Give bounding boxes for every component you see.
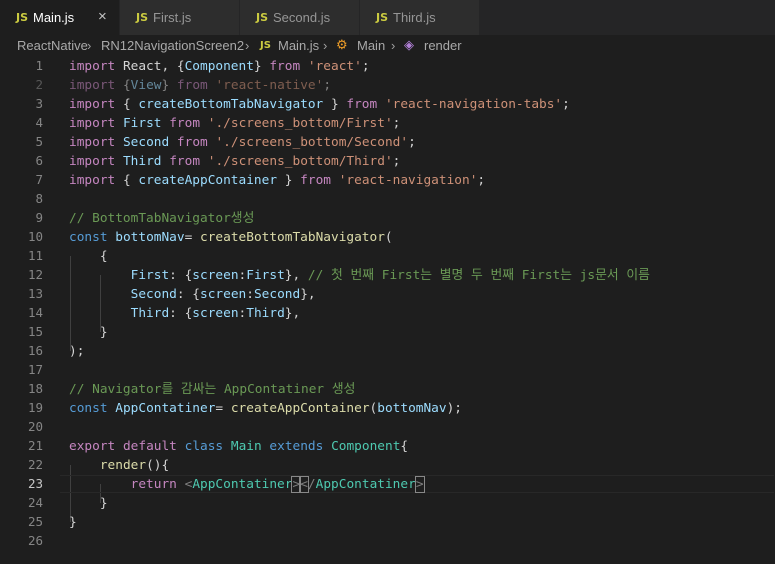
tab-main-js[interactable]: JS Main.js × xyxy=(0,0,120,35)
code-line: 15 } xyxy=(0,323,775,342)
line-number: 4 xyxy=(35,115,43,130)
method-symbol-icon: ◈ xyxy=(404,37,414,52)
chevron-right-icon: › xyxy=(87,38,92,53)
tab-label: First.js xyxy=(153,10,192,25)
tab-second-js[interactable]: JS Second.js xyxy=(240,0,360,35)
tab-bar: JS Main.js × JS First.js JS Second.js JS… xyxy=(0,0,775,35)
code-line: 16 ); xyxy=(0,342,775,361)
line-number: 25 xyxy=(27,514,43,529)
code-line: 21 export default class Main extends Com… xyxy=(0,437,775,456)
code-line: 11 { xyxy=(0,247,775,266)
class-symbol-icon: ⚙ xyxy=(336,37,348,52)
code-line: 18 // Navigator를 감싸는 AppContatiner 생성 xyxy=(0,380,775,399)
code-line: 17 xyxy=(0,361,775,380)
code-line: 20 xyxy=(0,418,775,437)
code-line-current: 23 return <AppContatiner></AppContatiner… xyxy=(0,475,775,494)
tab-label: Main.js xyxy=(33,10,75,25)
js-file-icon: JS xyxy=(260,40,271,51)
breadcrumb: ReactNative › RN12NavigationScreen2 › JS… xyxy=(0,35,775,57)
line-number: 22 xyxy=(27,457,43,472)
line-number: 21 xyxy=(27,438,43,453)
line-number: 24 xyxy=(27,495,43,510)
line-number: 26 xyxy=(27,533,43,548)
tab-label: Second.js xyxy=(273,10,331,25)
chevron-right-icon: › xyxy=(245,38,250,53)
code-line: 19 const AppContatiner= createAppContain… xyxy=(0,399,775,418)
breadcrumb-file[interactable]: Main.js xyxy=(278,38,319,53)
line-number: 1 xyxy=(35,58,43,73)
line-number: 19 xyxy=(27,400,43,415)
breadcrumb-method[interactable]: render xyxy=(424,38,462,53)
code-line: 9 // BottomTabNavigator생성 xyxy=(0,209,775,228)
code-line: 13 Second: {screen:Second}, xyxy=(0,285,775,304)
js-file-icon: JS xyxy=(376,11,389,24)
code-line: 5 import Second from './screens_bottom/S… xyxy=(0,133,775,152)
line-number: 18 xyxy=(27,381,43,396)
code-line: 6 import Third from './screens_bottom/Th… xyxy=(0,152,775,171)
chevron-right-icon: › xyxy=(323,38,328,53)
code-line: 14 Third: {screen:Third}, xyxy=(0,304,775,323)
chevron-right-icon: › xyxy=(391,38,396,53)
js-file-icon: JS xyxy=(16,11,29,24)
breadcrumb-folder[interactable]: ReactNative xyxy=(17,38,88,53)
code-line: 2 import {View} from 'react-native'; xyxy=(0,76,775,95)
line-number: 5 xyxy=(35,134,43,149)
code-line: 8 xyxy=(0,190,775,209)
line-number: 14 xyxy=(27,305,43,320)
breadcrumb-folder[interactable]: RN12NavigationScreen2 xyxy=(101,38,244,53)
code-line: 25 } xyxy=(0,513,775,532)
js-file-icon: JS xyxy=(256,11,269,24)
code-line: 4 import First from './screens_bottom/Fi… xyxy=(0,114,775,133)
tab-first-js[interactable]: JS First.js xyxy=(120,0,240,35)
code-line: 22 render(){ xyxy=(0,456,775,475)
code-line: 10 const bottomNav= createBottomTabNavig… xyxy=(0,228,775,247)
line-number: 16 xyxy=(27,343,43,358)
line-number: 7 xyxy=(35,172,43,187)
line-number: 12 xyxy=(27,267,43,282)
line-number: 8 xyxy=(35,191,43,206)
code-line: 1 import React, {Component} from 'react'… xyxy=(0,57,775,76)
close-icon[interactable]: × xyxy=(98,8,107,25)
tab-label: Third.js xyxy=(393,10,436,25)
line-number: 10 xyxy=(27,229,43,244)
line-number: 3 xyxy=(35,96,43,111)
line-number: 6 xyxy=(35,153,43,168)
code-line: 12 First: {screen:First}, // 첫 번째 First는… xyxy=(0,266,775,285)
code-line: 26 xyxy=(0,532,775,551)
line-number: 15 xyxy=(27,324,43,339)
code-line: 24 } xyxy=(0,494,775,513)
breadcrumb-class[interactable]: Main xyxy=(357,38,385,53)
line-number: 20 xyxy=(27,419,43,434)
code-editor[interactable]: 1 import React, {Component} from 'react'… xyxy=(0,57,775,564)
code-line: 3 import { createBottomTabNavigator } fr… xyxy=(0,95,775,114)
line-number: 17 xyxy=(27,362,43,377)
code-line: 7 import { createAppContainer } from 're… xyxy=(0,171,775,190)
line-number: 2 xyxy=(35,77,43,92)
line-number: 9 xyxy=(35,210,43,225)
line-number: 13 xyxy=(27,286,43,301)
line-number: 11 xyxy=(27,248,43,263)
line-number: 23 xyxy=(27,476,43,491)
js-file-icon: JS xyxy=(136,11,149,24)
tab-third-js[interactable]: JS Third.js xyxy=(360,0,480,35)
